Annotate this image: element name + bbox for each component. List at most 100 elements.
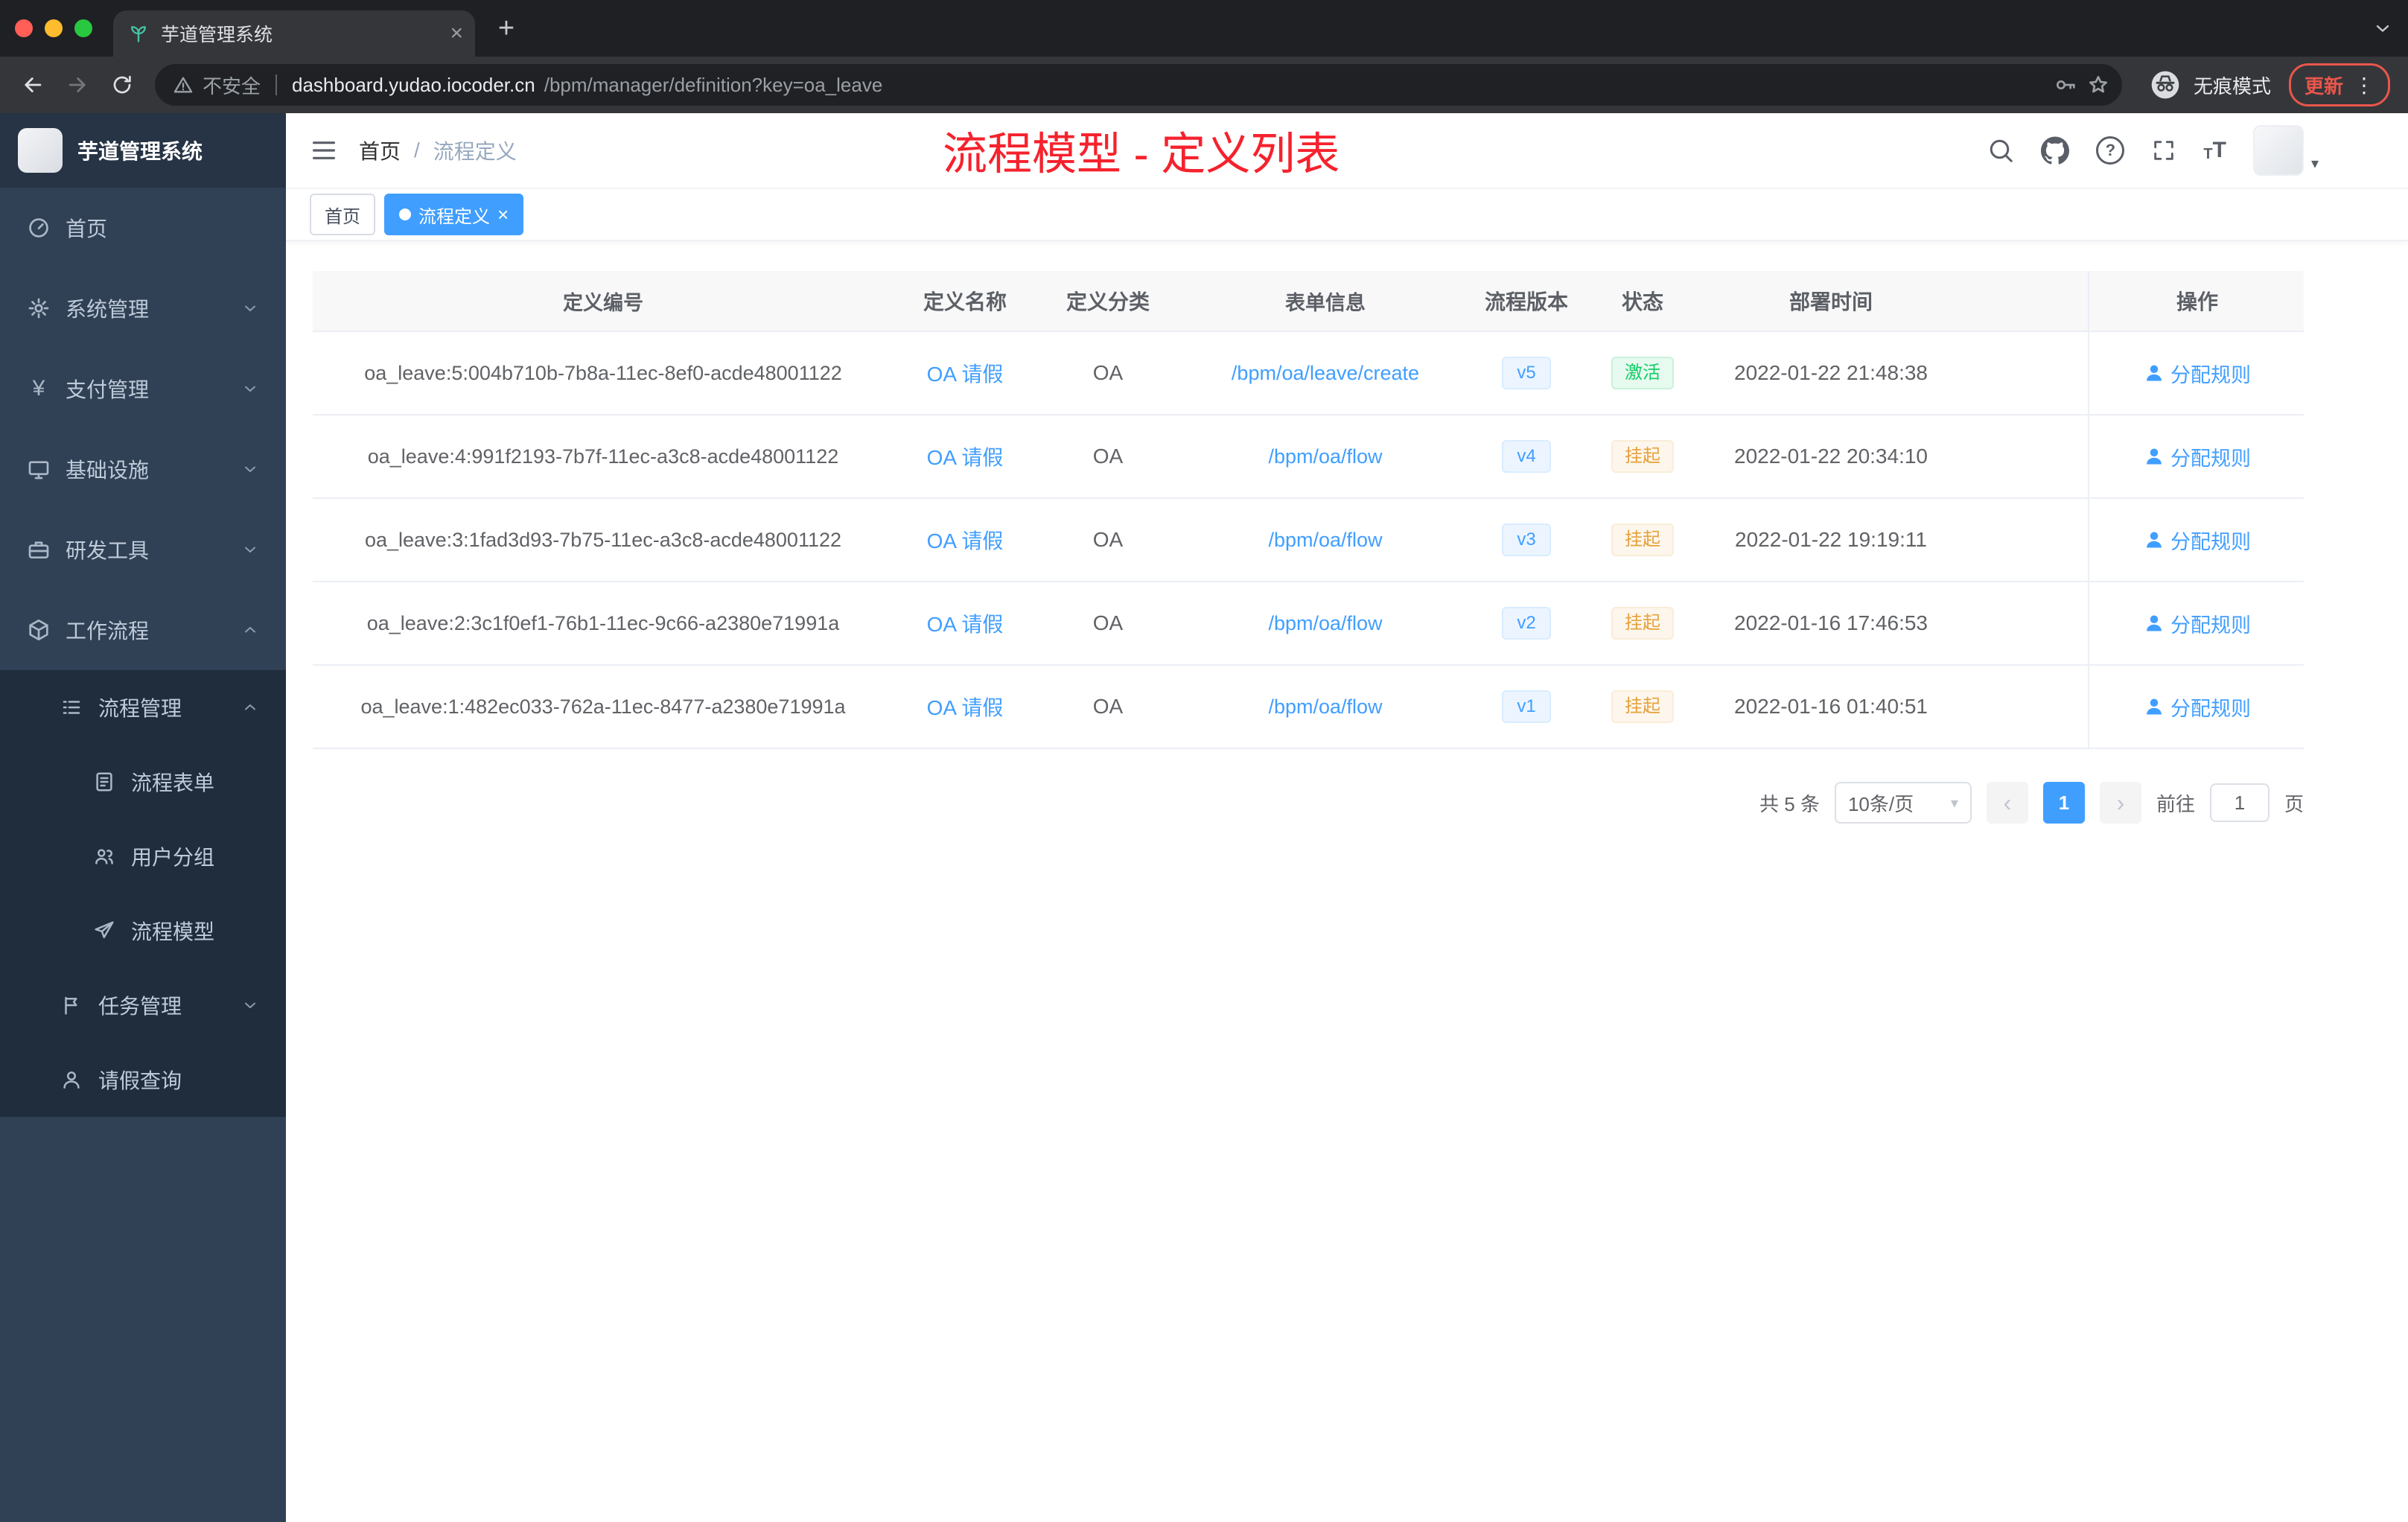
version-badge: v1 — [1502, 690, 1551, 724]
back-button[interactable] — [12, 64, 54, 106]
table-row: oa_leave:5:004b710b-7b8a-11ec-8ef0-acde4… — [313, 332, 2304, 415]
assign-rule-link[interactable]: 分配规则 — [2144, 609, 2251, 638]
sidebar-item-process-model[interactable]: 流程模型 — [0, 894, 286, 968]
goto-page-input[interactable] — [2209, 783, 2270, 822]
app-title: 芋道管理系统 — [77, 140, 203, 163]
table-row: oa_leave:3:1fad3d93-7b75-11ec-a3c8-acde4… — [313, 499, 2304, 582]
page-number-button[interactable]: 1 — [2042, 782, 2085, 824]
sidebar-item-leave-query[interactable]: 请假查询 — [0, 1042, 286, 1117]
browser-window: 芋道管理系统 × + 不安全 dashboard.yudao.iocoder.c… — [0, 0, 2408, 1522]
new-tab-button[interactable]: + — [487, 9, 526, 48]
fullscreen-icon[interactable] — [2151, 138, 2176, 163]
sidebar-item-user-group[interactable]: 用户分组 — [0, 819, 286, 894]
definition-name-link[interactable]: OA 请假 — [927, 692, 1004, 722]
prev-page-button[interactable]: ‹ — [1986, 782, 2028, 824]
sidebar-item-label: 工作流程 — [66, 620, 150, 643]
sidebar-item-system[interactable]: 系统管理 — [0, 268, 286, 348]
tab-favicon-icon — [131, 26, 146, 42]
assign-rule-label: 分配规则 — [2170, 363, 2251, 386]
form-link[interactable]: /bpm/oa/leave/create — [1232, 362, 1419, 385]
assign-rule-link[interactable]: 分配规则 — [2144, 526, 2251, 555]
forward-button[interactable] — [57, 64, 98, 106]
update-button[interactable]: 更新 ⋮ — [2288, 63, 2390, 106]
paper-plane-icon — [95, 921, 114, 938]
sidebar-item-task-management[interactable]: 任务管理 — [0, 968, 286, 1042]
page-size-select[interactable]: 10条/页 ▾ — [1834, 782, 1972, 824]
assign-rule-label: 分配规则 — [2170, 614, 2251, 637]
category-cell: OA — [1092, 445, 1124, 468]
next-page-button[interactable]: › — [2099, 782, 2141, 824]
category-cell: OA — [1092, 611, 1124, 634]
tab-close-icon[interactable]: × — [450, 22, 463, 45]
url-path: /bpm/manager/definition?key=oa_leave — [544, 73, 883, 96]
user-icon — [2147, 365, 2162, 381]
column-header: 定义名称 — [923, 290, 1007, 313]
browser-menu-icon[interactable]: ⋮ — [2354, 73, 2374, 98]
page-size-value: 10条/页 — [1847, 792, 1914, 815]
star-icon[interactable] — [2086, 73, 2110, 97]
assign-rule-link[interactable]: 分配规则 — [2144, 359, 2251, 388]
sidebar-item-payment[interactable]: ¥ 支付管理 — [0, 348, 286, 429]
github-icon[interactable] — [2041, 136, 2070, 165]
version-badge: v4 — [1502, 439, 1551, 474]
definition-id-cell: oa_leave:1:482ec033-762a-11ec-8477-a2380… — [360, 695, 846, 718]
key-icon[interactable] — [2054, 73, 2077, 97]
help-glyph: ? — [2105, 141, 2116, 159]
avatar[interactable] — [2252, 125, 2304, 176]
list-icon — [63, 701, 80, 714]
definition-name-link[interactable]: OA 请假 — [927, 525, 1004, 555]
search-icon[interactable] — [1987, 137, 2014, 164]
zoom-window-button[interactable] — [74, 19, 92, 37]
incognito-icon — [2151, 71, 2179, 99]
category-cell: OA — [1092, 528, 1124, 551]
definition-name-link[interactable]: OA 请假 — [927, 358, 1004, 388]
users-icon — [95, 849, 113, 865]
window-controls — [15, 19, 92, 37]
definition-name-link[interactable]: OA 请假 — [927, 608, 1004, 638]
browser-tab[interactable]: 芋道管理系统 × — [113, 10, 475, 57]
form-link[interactable]: /bpm/oa/flow — [1268, 529, 1382, 552]
toolbox-icon — [28, 541, 49, 558]
minimize-window-button[interactable] — [45, 19, 63, 37]
deploy-time-cell: 2022-01-22 21:48:38 — [1734, 361, 1928, 384]
sidebar-item-process-management[interactable]: 流程管理 — [0, 670, 286, 745]
deploy-time-cell: 2022-01-16 01:40:51 — [1734, 695, 1928, 718]
reload-button[interactable] — [101, 64, 143, 106]
sidebar-item-infrastructure[interactable]: 基础设施 — [0, 429, 286, 509]
font-size-icon[interactable]: TT — [2203, 139, 2226, 162]
tab-search-chevron-icon[interactable] — [2372, 18, 2393, 39]
dashboard-icon — [29, 218, 48, 238]
address-bar[interactable]: 不安全 dashboard.yudao.iocoder.cn /bpm/mana… — [155, 64, 2122, 106]
assign-rule-link[interactable]: 分配规则 — [2144, 692, 2251, 722]
sidebar-item-label: 支付管理 — [66, 378, 150, 401]
assign-rule-label: 分配规则 — [2170, 697, 2251, 720]
tag-home[interactable]: 首页 — [310, 194, 375, 235]
form-link[interactable]: /bpm/oa/flow — [1268, 445, 1382, 468]
category-cell: OA — [1092, 361, 1124, 384]
user-menu[interactable]: ▾ — [2252, 125, 2319, 176]
form-link[interactable]: /bpm/oa/flow — [1268, 612, 1382, 635]
sidebar-menu: 首页 系统管理 ¥ 支付管理 基础设施 研发工具 工作流程 流程管理 流程表单 … — [0, 188, 286, 1117]
tab-title: 芋道管理系统 — [161, 25, 273, 45]
top-navbar: 首页 / 流程定义 流程模型 - 定义列表 ? TT ▾ — [286, 113, 2408, 189]
assign-rule-link[interactable]: 分配规则 — [2144, 442, 2251, 471]
sidebar-item-home[interactable]: 首页 — [0, 188, 286, 268]
definition-name-link[interactable]: OA 请假 — [927, 442, 1004, 471]
user-icon — [2147, 615, 2162, 631]
sidebar-item-workflow[interactable]: 工作流程 — [0, 590, 286, 670]
table-row: oa_leave:4:991f2193-7b7f-11ec-a3c8-acde4… — [313, 415, 2304, 499]
deploy-time-cell: 2022-01-22 19:19:11 — [1735, 528, 1927, 551]
breadcrumb-home[interactable]: 首页 — [359, 136, 401, 165]
menu-fold-icon[interactable] — [310, 136, 338, 165]
form-link[interactable]: /bpm/oa/flow — [1268, 695, 1382, 719]
tag-close-icon[interactable]: × — [497, 205, 509, 224]
sidebar-item-process-form[interactable]: 流程表单 — [0, 745, 286, 819]
sidebar-item-devtools[interactable]: 研发工具 — [0, 509, 286, 590]
definition-table: 定义编号 定义名称 定义分类 表单信息 流程版本 状态 部署时间 操作 oa_l… — [313, 271, 2304, 749]
help-icon[interactable]: ? — [2096, 136, 2125, 165]
tag-process-definition[interactable]: 流程定义 × — [384, 194, 524, 235]
pagination: 共 5 条 10条/页 ▾ ‹ 1 › 前往 页 — [313, 782, 2304, 824]
close-window-button[interactable] — [15, 19, 33, 37]
tab-strip: 芋道管理系统 × + — [0, 0, 2408, 57]
sidebar-item-label: 系统管理 — [66, 298, 150, 321]
